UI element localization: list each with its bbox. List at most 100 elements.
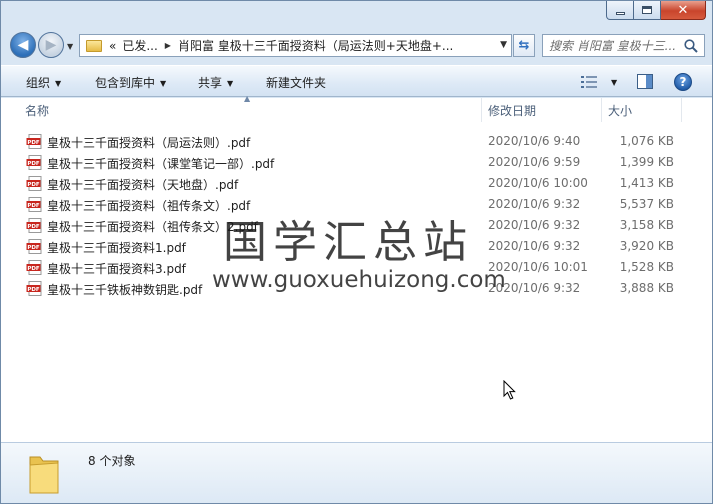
folder-icon	[29, 456, 59, 494]
sort-ascending-icon: ▲	[244, 94, 251, 103]
file-row[interactable]: PDF 皇极十三千面授资料（天地盘）.pdf 2020/10/6 10:00 1,41…	[1, 173, 712, 194]
svg-text:PDF: PDF	[27, 140, 40, 146]
help-icon: ?	[679, 75, 687, 89]
chevron-right-icon[interactable]: ▶	[161, 41, 175, 50]
file-size: 3,158 KB	[619, 218, 674, 232]
file-pane: 名称 ▲ 修改日期 大小 PDF 皇极十三千面授资料（局运法则）.pdf 2020/…	[1, 94, 712, 442]
share-menu[interactable]: 共享 ▼	[198, 74, 233, 91]
maximize-button[interactable]	[634, 1, 661, 20]
file-size: 3,920 KB	[619, 239, 674, 253]
organize-menu[interactable]: 组织 ▼	[26, 74, 61, 91]
include-in-library-label: 包含到库中	[95, 76, 156, 90]
svg-text:PDF: PDF	[27, 182, 40, 188]
arrow-right-icon: ▶	[45, 37, 57, 53]
pdf-file-icon: PDF	[26, 260, 42, 275]
details-view-icon	[581, 76, 597, 88]
file-size: 1,076 KB	[619, 134, 674, 148]
column-date-header[interactable]: 修改日期	[482, 98, 602, 122]
share-label: 共享	[198, 76, 223, 90]
svg-text:PDF: PDF	[27, 203, 40, 209]
item-count: 8 个对象	[88, 454, 136, 468]
pdf-file-icon: PDF	[26, 155, 42, 170]
file-date: 2020/10/6 9:59	[488, 155, 581, 169]
minimize-button[interactable]	[606, 1, 634, 20]
new-folder-label: 新建文件夹	[266, 76, 327, 90]
new-folder-button[interactable]: 新建文件夹	[266, 74, 326, 91]
file-name: 皇极十三千面授资料（局运法则）.pdf	[47, 136, 251, 150]
file-name: 皇极十三千铁板神数钥匙.pdf	[47, 283, 203, 297]
search-icon[interactable]	[683, 38, 699, 54]
close-icon: ✕	[677, 2, 689, 18]
maximize-icon	[642, 6, 652, 14]
search-box	[542, 34, 705, 57]
file-size: 3,888 KB	[619, 281, 674, 295]
file-row[interactable]: PDF 皇极十三千面授资料（祖传条文）.pdf 2020/10/6 9:32 5,53…	[1, 194, 712, 215]
details-pane: 8 个对象	[1, 442, 712, 503]
back-button[interactable]: ◀	[10, 32, 36, 58]
svg-text:PDF: PDF	[27, 266, 40, 272]
change-view-button[interactable]: ▼	[581, 72, 619, 92]
recent-pages-dropdown[interactable]: ▼	[67, 42, 73, 51]
column-header: 名称 ▲ 修改日期 大小	[1, 94, 712, 122]
file-name: 皇极十三千面授资料3.pdf	[47, 262, 186, 276]
chevron-down-icon: ▼	[160, 79, 167, 88]
refresh-icon: ⇆	[518, 38, 530, 53]
column-size-header[interactable]: 大小	[602, 98, 682, 122]
pdf-file-icon: PDF	[26, 197, 42, 212]
caption-buttons: ✕	[606, 1, 706, 20]
file-date: 2020/10/6 10:00	[488, 176, 588, 190]
svg-text:PDF: PDF	[27, 161, 40, 167]
chevron-down-icon: ▼	[55, 79, 62, 88]
pdf-file-icon: PDF	[26, 218, 42, 233]
refresh-button[interactable]: ⇆	[513, 34, 535, 57]
preview-pane-button[interactable]	[637, 74, 653, 89]
breadcrumb-segment-current[interactable]: 肖阳富 皇极十三千面授资料（局运法则+天地盘+...	[175, 37, 456, 54]
close-button[interactable]: ✕	[661, 1, 706, 20]
file-date: 2020/10/6 9:32	[488, 218, 581, 232]
navigation-bar: ◀ ▶ ▼ « 已发... ▶ 肖阳富 皇极十三千面授资料（局运法则+天地盘+.…	[1, 30, 712, 62]
file-date: 2020/10/6 9:32	[488, 197, 581, 211]
file-size: 1,399 KB	[619, 155, 674, 169]
file-row[interactable]: PDF 皇极十三千面授资料（局运法则）.pdf 2020/10/6 9:40 1,07…	[1, 131, 712, 152]
forward-button[interactable]: ▶	[38, 32, 64, 58]
arrow-left-icon: ◀	[17, 37, 29, 53]
pdf-file-icon: PDF	[26, 281, 42, 296]
file-list: PDF 皇极十三千面授资料（局运法则）.pdf 2020/10/6 9:40 1,07…	[1, 131, 712, 299]
svg-text:PDF: PDF	[27, 245, 40, 251]
folder-icon	[86, 39, 102, 52]
address-bar[interactable]: « 已发... ▶ 肖阳富 皇极十三千面授资料（局运法则+天地盘+... ▼	[79, 34, 512, 57]
file-row[interactable]: PDF 皇极十三千铁板神数钥匙.pdf 2020/10/6 9:32 3,888 KB	[1, 278, 712, 299]
file-row[interactable]: PDF 皇极十三千面授资料1.pdf 2020/10/6 9:32 3,920 KB	[1, 236, 712, 257]
file-date: 2020/10/6 9:32	[488, 281, 581, 295]
minimize-icon	[615, 11, 625, 15]
file-name: 皇极十三千面授资料（祖传条文）2.pdf	[47, 220, 258, 234]
file-name: 皇极十三千面授资料（课堂笔记一部）.pdf	[47, 157, 275, 171]
file-size: 1,413 KB	[619, 176, 674, 190]
file-name: 皇极十三千面授资料（天地盘）.pdf	[47, 178, 239, 192]
file-row[interactable]: PDF 皇极十三千面授资料（祖传条文）2.pdf 2020/10/6 9:32 3,1…	[1, 215, 712, 236]
pdf-file-icon: PDF	[26, 239, 42, 254]
address-overflow[interactable]: «	[106, 39, 119, 53]
breadcrumb-segment[interactable]: 已发...	[119, 37, 160, 54]
pdf-file-icon: PDF	[26, 176, 42, 191]
svg-text:PDF: PDF	[27, 224, 40, 230]
chevron-down-icon: ▼	[227, 79, 234, 88]
pdf-file-icon: PDF	[26, 134, 42, 149]
file-row[interactable]: PDF 皇极十三千面授资料3.pdf 2020/10/6 10:01 1,528 KB	[1, 257, 712, 278]
svg-text:PDF: PDF	[27, 287, 40, 293]
include-in-library-menu[interactable]: 包含到库中 ▼	[95, 74, 166, 91]
file-size: 5,537 KB	[619, 197, 674, 211]
file-date: 2020/10/6 9:40	[488, 134, 581, 148]
file-name: 皇极十三千面授资料1.pdf	[47, 241, 186, 255]
search-input[interactable]	[543, 38, 681, 53]
command-bar: 组织 ▼ 包含到库中 ▼ 共享 ▼ 新建文件夹 ▼ ?	[1, 65, 712, 97]
file-date: 2020/10/6 10:01	[488, 260, 588, 274]
chevron-down-icon[interactable]: ▼	[611, 78, 617, 87]
column-name-header[interactable]: 名称	[19, 98, 482, 122]
help-button[interactable]: ?	[674, 73, 692, 91]
address-dropdown[interactable]: ▼	[496, 40, 507, 50]
mouse-cursor-icon	[503, 380, 516, 400]
explorer-window: ✕ ◀ ▶ ▼ « 已发... ▶ 肖阳富 皇极十三千面授资料（局运法则+天地盘…	[0, 0, 713, 504]
file-row[interactable]: PDF 皇极十三千面授资料（课堂笔记一部）.pdf 2020/10/6 9:59 1,…	[1, 152, 712, 173]
file-size: 1,528 KB	[619, 260, 674, 274]
